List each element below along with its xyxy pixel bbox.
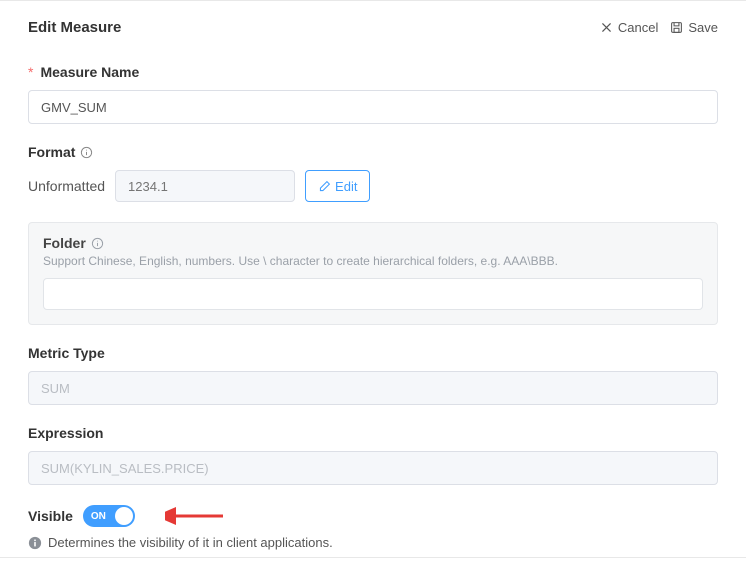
measure-name-label: * Measure Name	[28, 64, 718, 80]
save-icon	[670, 21, 683, 34]
format-edit-button[interactable]: Edit	[305, 170, 370, 202]
expression-input	[28, 451, 718, 485]
edit-icon	[318, 180, 331, 193]
visible-help-row: Determines the visibility of it in clien…	[28, 535, 718, 550]
unformatted-label: Unformatted	[28, 178, 105, 194]
format-preview-input	[115, 170, 295, 202]
folder-label: Folder	[43, 235, 703, 251]
switch-knob	[115, 507, 133, 525]
info-icon	[28, 536, 42, 550]
format-edit-label: Edit	[335, 179, 357, 194]
format-field: Format Unformatted Edit	[28, 144, 718, 202]
measure-name-label-text: Measure Name	[40, 64, 139, 80]
metric-type-label: Metric Type	[28, 345, 718, 361]
folder-input[interactable]	[43, 278, 703, 310]
save-label: Save	[688, 20, 718, 35]
folder-help-text: Support Chinese, English, numbers. Use \…	[43, 254, 703, 268]
info-icon	[91, 237, 104, 250]
format-label: Format	[28, 144, 718, 160]
visible-toggle[interactable]: ON	[83, 505, 135, 527]
close-icon	[600, 21, 613, 34]
cancel-label: Cancel	[618, 20, 658, 35]
dialog-title: Edit Measure	[28, 19, 121, 36]
annotation-arrow-icon	[165, 506, 225, 526]
visible-label: Visible	[28, 508, 73, 524]
expression-field: Expression	[28, 425, 718, 485]
header-actions: Cancel Save	[600, 20, 718, 35]
measure-name-input[interactable]	[28, 90, 718, 124]
measure-name-field: * Measure Name	[28, 64, 718, 124]
expression-label: Expression	[28, 425, 718, 441]
cancel-button[interactable]: Cancel	[600, 20, 658, 35]
format-label-text: Format	[28, 144, 75, 160]
folder-label-text: Folder	[43, 235, 86, 251]
dialog-header: Edit Measure Cancel Save	[28, 19, 718, 36]
visible-help-text: Determines the visibility of it in clien…	[48, 535, 333, 550]
folder-panel: Folder Support Chinese, English, numbers…	[28, 222, 718, 325]
required-star: *	[28, 64, 33, 80]
info-icon	[80, 146, 93, 159]
visible-on-label: ON	[91, 511, 106, 522]
metric-type-input	[28, 371, 718, 405]
metric-type-field: Metric Type	[28, 345, 718, 405]
save-button[interactable]: Save	[670, 20, 718, 35]
visible-row: Visible ON	[28, 505, 718, 527]
